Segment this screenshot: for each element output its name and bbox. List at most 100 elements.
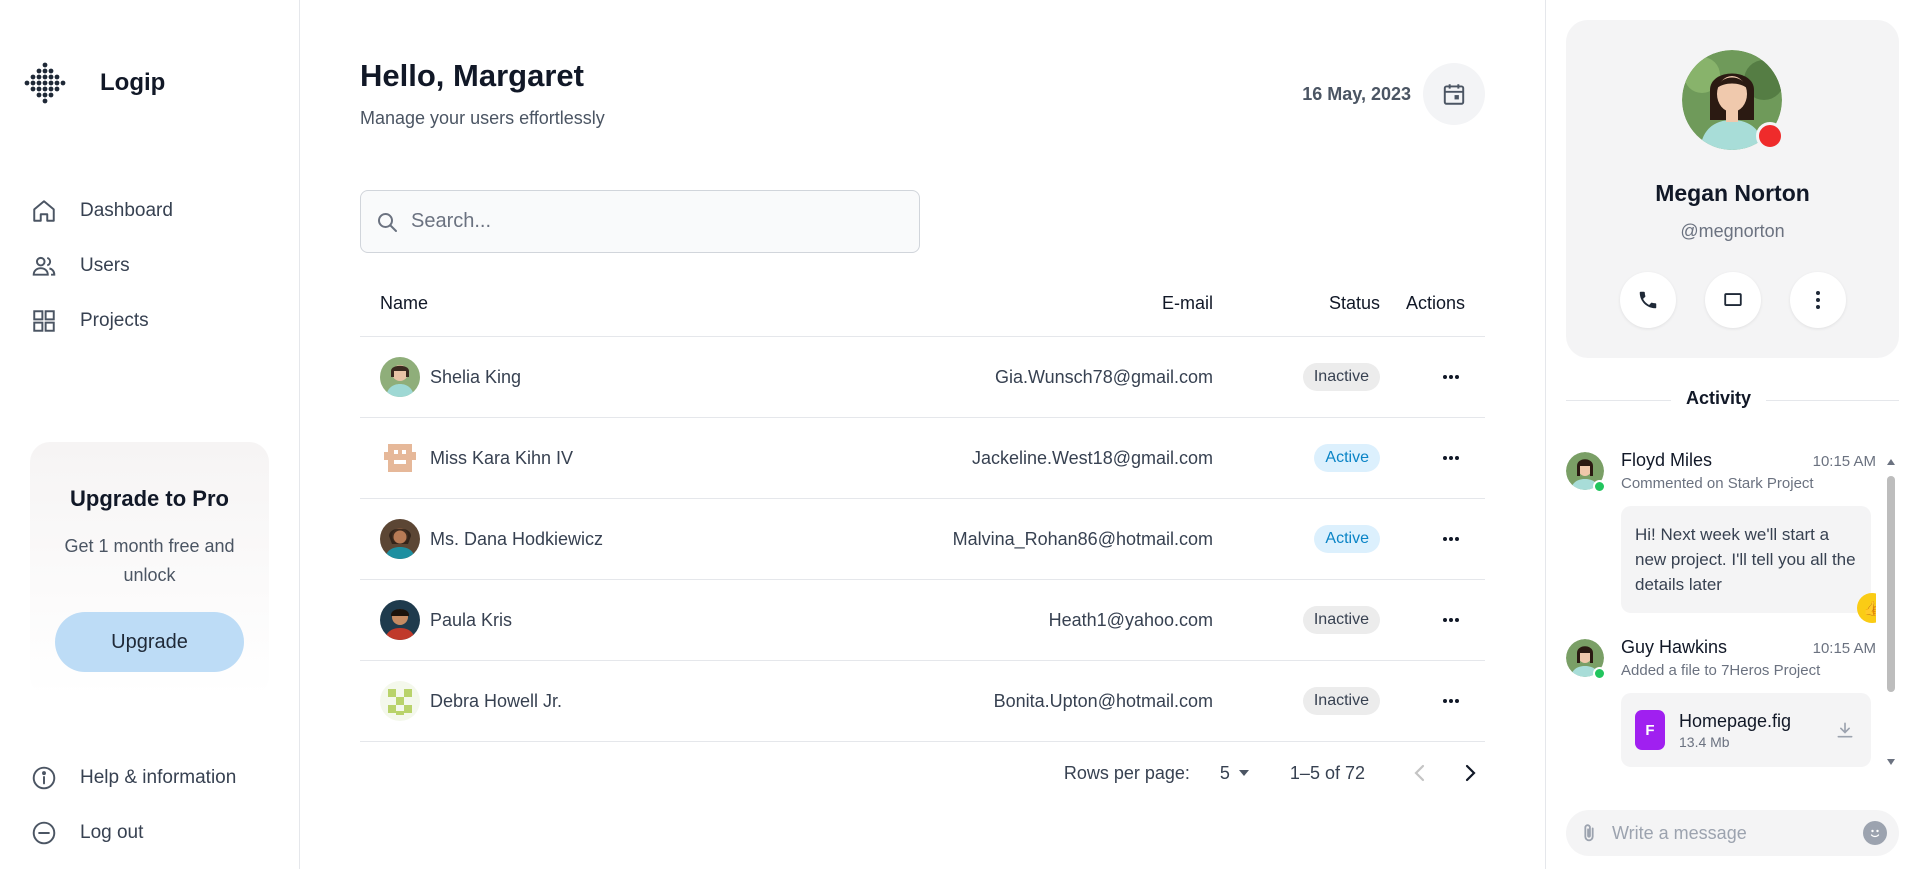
emoji-icon — [1870, 829, 1880, 838]
nav-item-dashboard[interactable]: Dashboard — [30, 183, 173, 238]
nav-label: Log out — [80, 821, 144, 843]
rows-per-page-label: Rows per page: — [1063, 762, 1190, 783]
nav-item-users[interactable]: Users — [30, 238, 173, 293]
nav-item-help[interactable]: Help & information — [30, 750, 236, 805]
calendar-button[interactable] — [1423, 63, 1485, 125]
status-badge: Inactive — [1302, 606, 1380, 634]
logo[interactable]: Logip — [24, 62, 165, 104]
column-header-status[interactable]: Status — [1213, 293, 1380, 314]
status-cell: Active — [1213, 525, 1380, 553]
upgrade-title: Upgrade to Pro — [70, 486, 229, 511]
avatar — [380, 681, 420, 721]
file-attachment[interactable]: F Homepage.fig 13.4 Mb — [1621, 693, 1871, 767]
table-row[interactable]: Miss Kara Kihn IV Jackeline.West18@gmail… — [360, 418, 1485, 499]
activity-user-name[interactable]: Guy Hawkins — [1621, 637, 1727, 658]
avatar — [380, 600, 420, 640]
name-cell: Debra Howell Jr. — [360, 681, 790, 721]
more-horizontal-icon — [1443, 618, 1459, 622]
more-horizontal-icon — [1443, 375, 1459, 379]
message-input[interactable] — [1612, 822, 1863, 844]
main-content: Hello, Margaret Manage your users effort… — [300, 0, 1545, 869]
emoji-button[interactable] — [1863, 821, 1887, 845]
figma-file-icon: F — [1635, 710, 1665, 750]
user-email: Jackeline.West18@gmail.com — [971, 447, 1213, 468]
right-panel: Megan Norton @megnorton Activity Floyd M… — [1545, 0, 1920, 869]
chevron-left-icon — [1414, 764, 1425, 782]
more-horizontal-icon — [1443, 456, 1459, 460]
profile-avatar[interactable] — [1682, 50, 1784, 150]
column-header-email[interactable]: E-mail — [790, 293, 1213, 314]
activity-scrollbar[interactable] — [1886, 456, 1896, 766]
app-name: Logip — [100, 69, 166, 96]
table-row[interactable]: Shelia King Gia.Wunsch78@gmail.com Inact… — [360, 337, 1485, 418]
user-email: Bonita.Upton@hotmail.com — [993, 690, 1213, 711]
user-email: Gia.Wunsch78@gmail.com — [994, 366, 1213, 387]
rows-per-page-value: 5 — [1219, 762, 1230, 783]
sidebar: Logip Dashboard Users Projects Upgrade t… — [0, 0, 300, 869]
user-email: Heath1@yahoo.com — [1048, 609, 1213, 630]
status-badge: Active — [1314, 444, 1380, 472]
table-row[interactable]: Paula Kris Heath1@yahoo.com Inactive — [360, 580, 1485, 661]
user-name: Ms. Dana Hodkiewicz — [430, 528, 604, 549]
status-badge: Inactive — [1302, 363, 1380, 391]
users-table: Name E-mail Status Actions Shelia King G… — [360, 270, 1485, 742]
next-page-button[interactable] — [1455, 758, 1485, 788]
nav-label: Projects — [80, 309, 149, 331]
table-row[interactable]: Ms. Dana Hodkiewicz Malvina_Rohan86@hotm… — [360, 499, 1485, 580]
status-cell: Inactive — [1213, 363, 1380, 391]
rows-per-page-select[interactable]: 5 — [1220, 763, 1250, 784]
more-horizontal-icon — [1443, 699, 1459, 703]
activity-user-name[interactable]: Floyd Miles — [1621, 450, 1712, 471]
upgrade-button[interactable]: Upgrade — [55, 612, 244, 672]
row-actions-button[interactable] — [1437, 687, 1465, 715]
activity-description: Commented on Stark Project — [1621, 475, 1814, 492]
nav-item-logout[interactable]: Log out — [30, 805, 236, 860]
nav-label: Users — [80, 254, 130, 276]
table-row[interactable]: Debra Howell Jr. Bonita.Upton@hotmail.co… — [360, 661, 1485, 742]
download-icon — [1837, 722, 1853, 738]
nav-item-projects[interactable]: Projects — [30, 293, 173, 348]
message-button[interactable] — [1705, 272, 1761, 328]
row-actions-button[interactable] — [1437, 363, 1465, 391]
row-actions-button[interactable] — [1437, 525, 1465, 553]
page-range: 1–5 of 72 — [1289, 762, 1365, 783]
activity-item: Guy Hawkins 10:15 AM Added a file to 7He… — [1566, 637, 1876, 767]
previous-page-button[interactable] — [1405, 758, 1435, 788]
page-subtitle: Manage your users effortlessly — [360, 108, 605, 128]
phone-icon — [1639, 291, 1657, 309]
file-size: 13.4 Mb — [1679, 733, 1730, 750]
profile-card: Megan Norton @megnorton — [1566, 20, 1899, 358]
download-button[interactable] — [1833, 718, 1857, 742]
paperclip-icon[interactable] — [1578, 822, 1600, 844]
column-header-name[interactable]: Name — [360, 293, 790, 314]
upgrade-card: Upgrade to Pro Get 1 month free and unlo… — [30, 442, 269, 697]
search-input[interactable] — [411, 210, 891, 233]
thumbs-up-reaction-icon[interactable]: 👍 — [1857, 593, 1876, 623]
message-bubble: Hi! Next week we'll start a new project.… — [1621, 506, 1876, 623]
scroll-up-arrow-icon[interactable] — [1886, 458, 1896, 466]
message-text: Hi! Next week we'll start a new project.… — [1635, 525, 1856, 594]
nav-label: Help & information — [80, 766, 237, 788]
profile-name: Megan Norton — [1655, 180, 1810, 206]
more-horizontal-icon — [1443, 537, 1459, 541]
search-icon — [378, 212, 397, 232]
user-email: Malvina_Rohan86@hotmail.com — [952, 528, 1213, 549]
avatar — [380, 519, 420, 559]
file-name: Homepage.fig — [1679, 710, 1792, 731]
actions-cell — [1380, 606, 1485, 634]
row-actions-button[interactable] — [1437, 444, 1465, 472]
row-actions-button[interactable] — [1437, 606, 1465, 634]
call-button[interactable] — [1620, 272, 1676, 328]
logo-icon — [24, 62, 66, 104]
chat-icon — [1724, 293, 1742, 306]
scrollbar-thumb[interactable] — [1887, 476, 1895, 692]
scroll-down-arrow-icon[interactable] — [1886, 758, 1896, 766]
nav-label: Dashboard — [80, 199, 173, 221]
column-header-actions: Actions — [1405, 292, 1465, 313]
name-cell: Shelia King — [360, 357, 790, 397]
actions-cell — [1380, 525, 1485, 553]
more-options-button[interactable] — [1790, 272, 1846, 328]
status-indicator — [1756, 122, 1784, 150]
search-box — [360, 190, 920, 253]
online-indicator — [1593, 667, 1606, 680]
